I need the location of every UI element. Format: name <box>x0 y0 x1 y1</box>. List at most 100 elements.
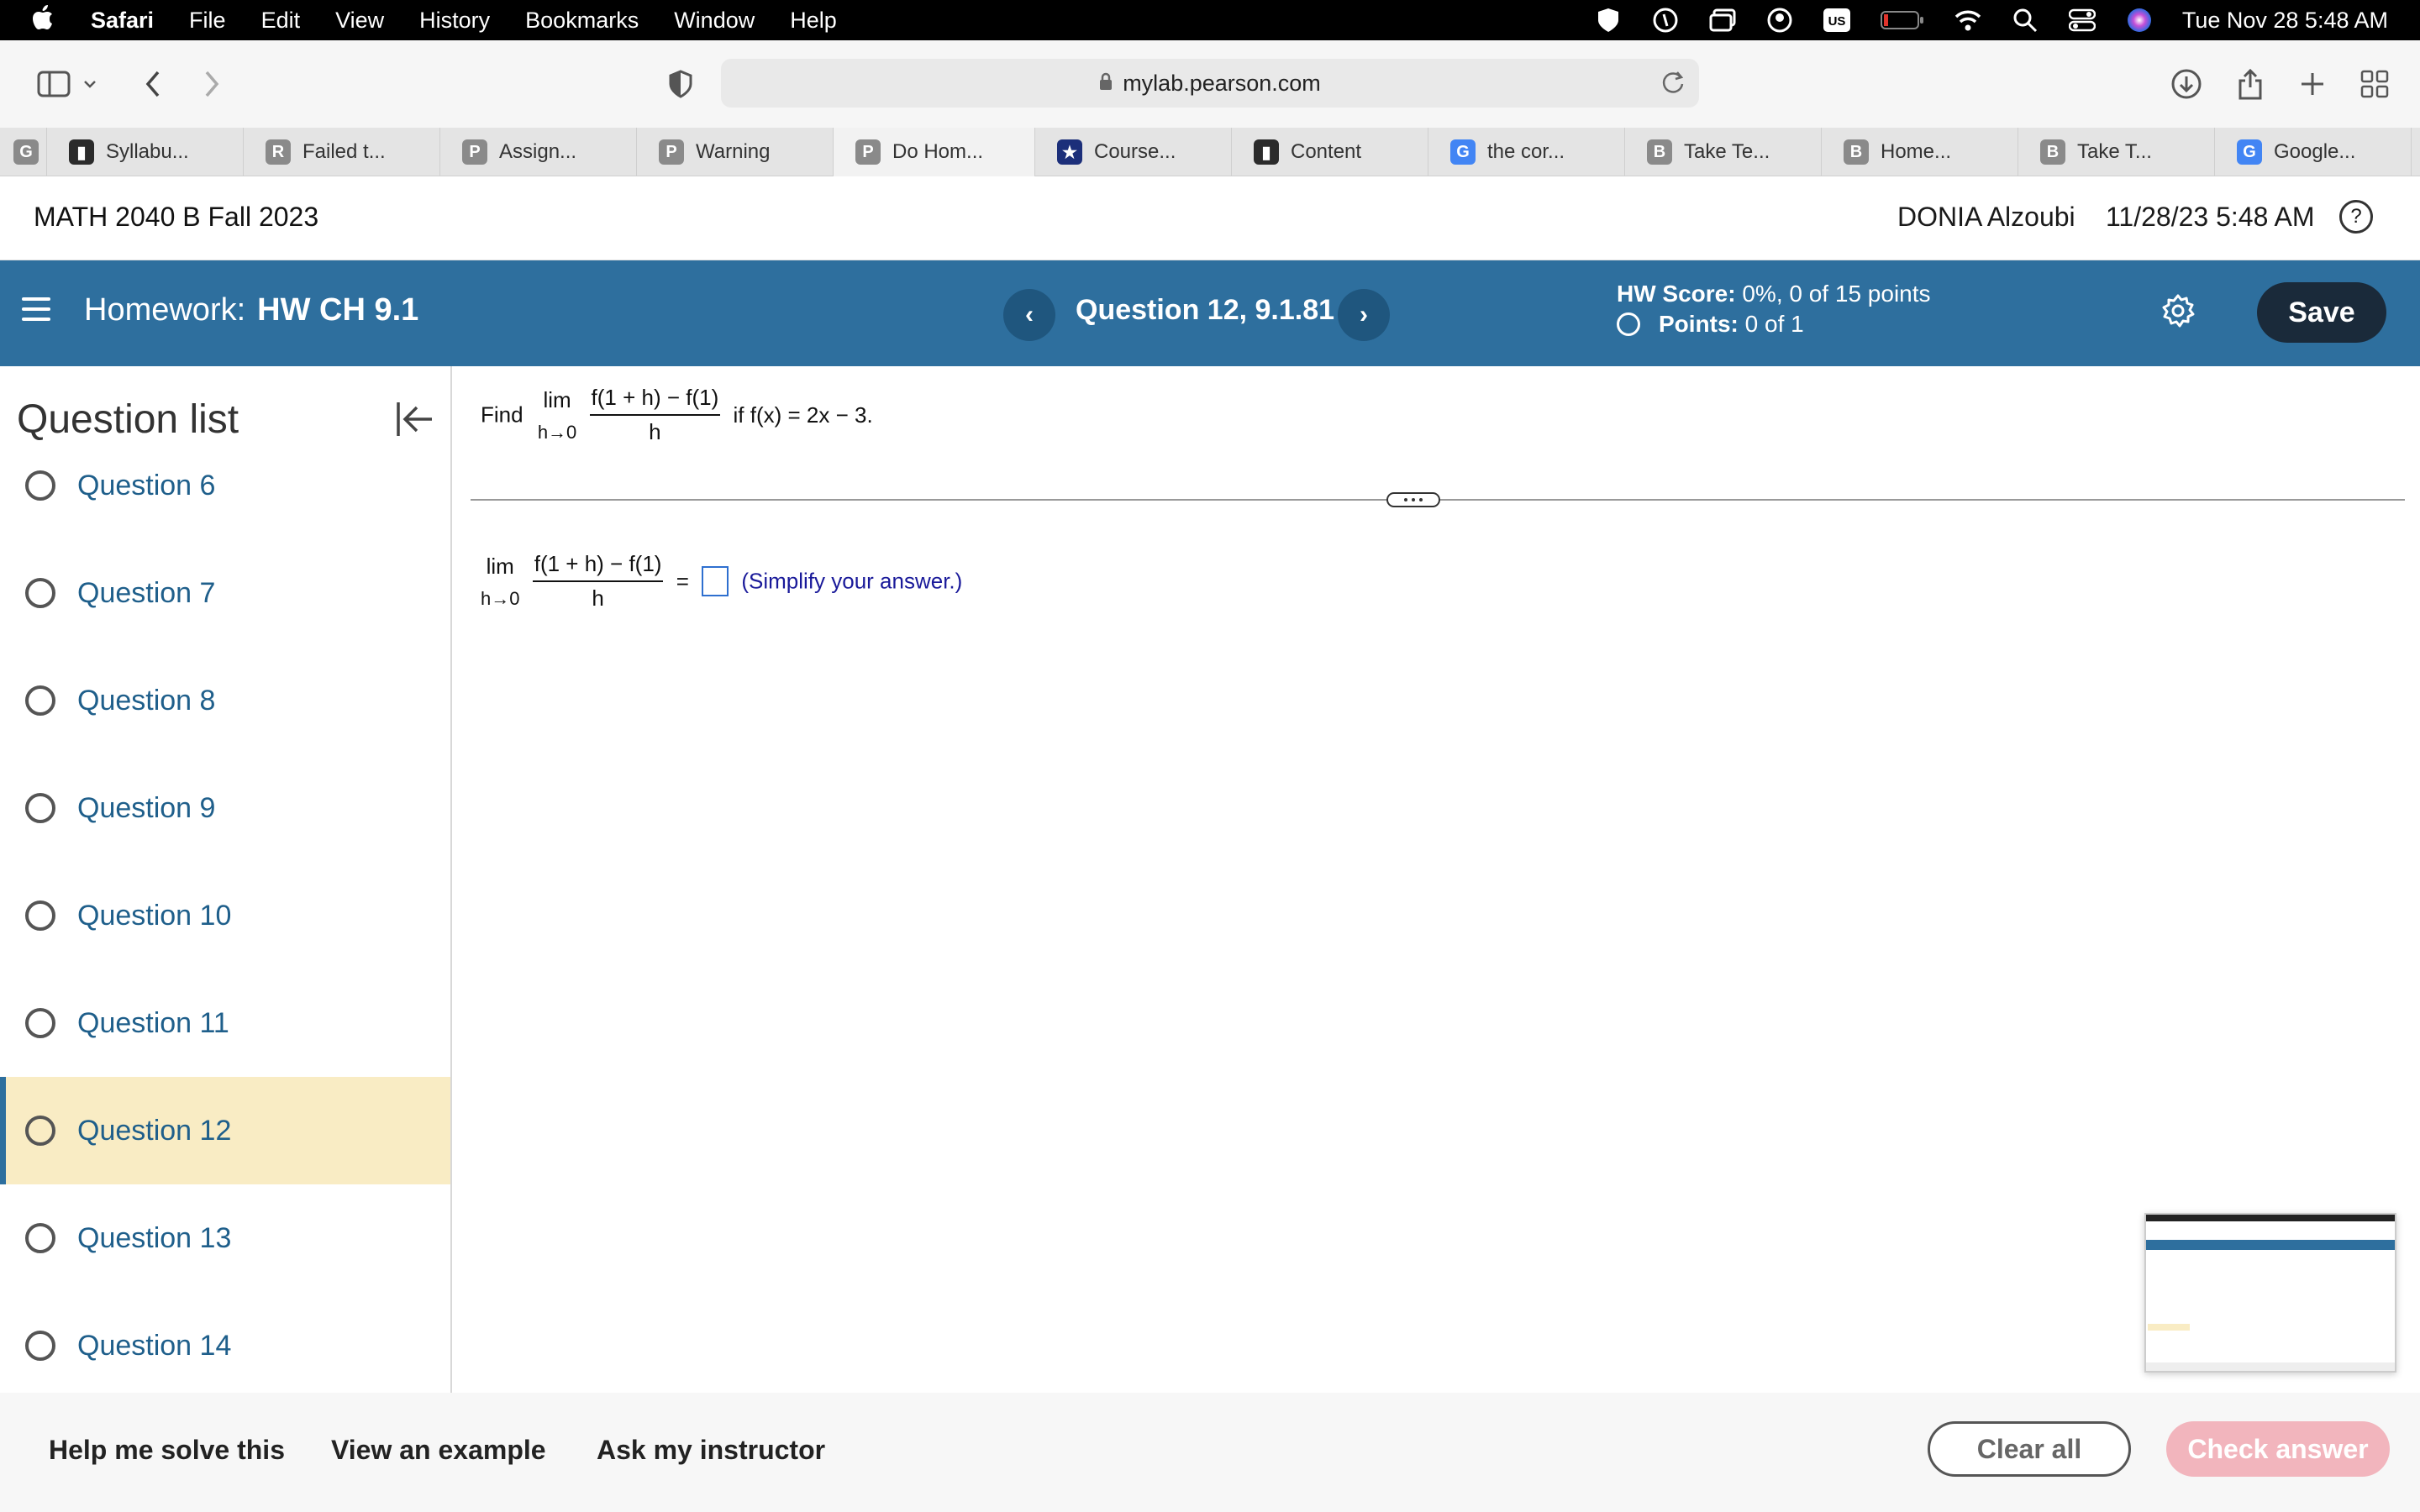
question-list-panel: Question list Question 6 Question 7 Questi… <box>0 366 452 1393</box>
privacy-shield-icon[interactable] <box>659 62 702 106</box>
help-icon[interactable]: ? <box>2339 200 2373 234</box>
question-list-item[interactable]: Question 9 <box>0 754 450 862</box>
tab-favicon-icon: G <box>2237 139 2262 165</box>
browser-tab-label: Syllabu... <box>106 140 189 163</box>
help-me-solve-button[interactable]: Help me solve this <box>49 1435 285 1466</box>
browser-tab-strip: G ▮ Syllabu... R Failed t... P Assign... P Warni… <box>0 128 2420 176</box>
check-answer-button[interactable]: Check answer <box>2166 1421 2390 1477</box>
question-prompt: Find lim h→0 f(1 + h) − f(1) h if f(x) = 2… <box>481 385 873 445</box>
browser-tab[interactable]: Gthe cor... <box>1428 128 1625 176</box>
course-title: MATH 2040 B Fall 2023 <box>34 202 319 232</box>
limit-operator: lim h→0 <box>538 387 576 444</box>
simplify-hint: (Simplify your answer.) <box>741 568 963 594</box>
question-list-item[interactable]: Question 7 <box>0 539 450 647</box>
divider-drag-handle[interactable] <box>1386 492 1440 507</box>
address-bar-url: mylab.pearson.com <box>1123 70 1321 96</box>
sidebar-toggle-icon[interactable] <box>32 62 76 106</box>
ask-instructor-button[interactable]: Ask my instructor <box>597 1435 825 1466</box>
siri-icon[interactable] <box>2125 6 2154 34</box>
browser-tab[interactable]: B Home... <box>1822 128 2018 176</box>
tab-favicon-icon: ▮ <box>1254 139 1279 165</box>
next-question-button[interactable]: › <box>1338 289 1390 341</box>
equals-sign: = <box>676 568 689 594</box>
homework-prefix: Homework: <box>84 292 246 328</box>
view-example-button[interactable]: View an example <box>331 1435 546 1466</box>
question-list-item[interactable]: Question 8 <box>0 647 450 754</box>
browser-tab[interactable]: ★ Course... <box>1035 128 1232 176</box>
browser-tab[interactable]: ▮ Content <box>1232 128 1428 176</box>
menu-help[interactable]: Help <box>790 8 837 34</box>
question-list-item[interactable]: Question 12 <box>0 1077 450 1184</box>
menu-edit[interactable]: Edit <box>261 8 301 34</box>
browser-tab[interactable]: P Do Hom... <box>834 128 1035 176</box>
screenshot-thumbnail[interactable] <box>2144 1213 2396 1373</box>
browser-tab[interactable]: G Google... <box>2215 128 2412 176</box>
spotlight-search-icon[interactable] <box>2011 6 2039 34</box>
homework-bar: Homework: HW CH 9.1 ‹ Question 12, 9.1.81… <box>0 260 2420 366</box>
new-tab-icon[interactable] <box>2291 62 2334 106</box>
menu-app-name[interactable]: Safari <box>91 8 154 34</box>
address-bar[interactable]: mylab.pearson.com <box>721 59 1699 108</box>
apple-menu-icon[interactable] <box>32 4 57 36</box>
browser-tab[interactable]: G <box>0 128 47 176</box>
question-list-item[interactable]: Question 6 <box>0 432 450 539</box>
chevron-down-icon[interactable] <box>77 62 103 106</box>
menu-bookmarks[interactable]: Bookmarks <box>525 8 639 34</box>
answer-limit-label: lim <box>486 553 514 579</box>
forward-icon[interactable] <box>190 62 234 106</box>
tab-favicon-icon: P <box>659 139 684 165</box>
answer-limit-subscript: h→0 <box>481 587 520 609</box>
shield-icon[interactable] <box>1594 6 1623 34</box>
answer-expression: lim h→0 f(1 + h) − f(1) h = (Simplify your… <box>481 551 962 612</box>
menu-view[interactable]: View <box>335 8 384 34</box>
hamburger-menu-icon[interactable] <box>22 297 50 328</box>
question-list-item[interactable]: Question 11 <box>0 969 450 1077</box>
limit-label: lim <box>543 386 571 412</box>
window-stack-icon[interactable] <box>1708 6 1737 34</box>
question-status-icon <box>25 900 55 931</box>
clear-all-button[interactable]: Clear all <box>1928 1421 2131 1477</box>
menu-file[interactable]: File <box>189 8 226 34</box>
wifi-icon[interactable] <box>1954 6 1982 34</box>
previous-question-button[interactable]: ‹ <box>1003 289 1055 341</box>
browser-tab[interactable]: B Take Te... <box>1625 128 1822 176</box>
battery-icon[interactable] <box>1880 6 1925 34</box>
question-status-icon <box>25 578 55 608</box>
browser-toolbar: mylab.pearson.com <box>0 40 2420 128</box>
share-icon[interactable] <box>2228 62 2272 106</box>
keyboard-input-icon[interactable]: US <box>1823 6 1851 34</box>
downloads-icon[interactable] <box>2165 62 2208 106</box>
tab-overview-icon[interactable] <box>2353 62 2396 106</box>
browser-tab[interactable]: ▮ Syllabu... <box>47 128 244 176</box>
question-list-item[interactable]: Question 13 <box>0 1184 450 1292</box>
browser-tab[interactable]: B Take T... <box>2018 128 2215 176</box>
browser-tab[interactable]: P Assign... <box>440 128 637 176</box>
question-list-item[interactable]: Question 14 <box>0 1292 450 1393</box>
back-icon[interactable] <box>131 62 175 106</box>
question-status-icon <box>25 685 55 716</box>
gear-icon[interactable] <box>2160 292 2196 333</box>
fraction-denominator: h <box>649 419 661 444</box>
control-center-icon[interactable] <box>2068 6 2096 34</box>
question-status-icon <box>25 1116 55 1146</box>
user-account-icon[interactable] <box>1765 6 1794 34</box>
menu-window[interactable]: Window <box>674 8 755 34</box>
question-status-icon <box>25 1008 55 1038</box>
save-button[interactable]: Save <box>2257 282 2386 343</box>
browser-tab[interactable]: P Warning <box>637 128 834 176</box>
menubar-clock[interactable]: Tue Nov 28 5:48 AM <box>2182 8 2388 34</box>
reload-icon[interactable] <box>1660 69 1686 102</box>
answer-input[interactable] <box>702 566 729 596</box>
chevron-left-icon: ‹ <box>1025 301 1034 328</box>
question-list-item-label: Question 10 <box>77 899 232 932</box>
menu-history[interactable]: History <box>419 8 490 34</box>
answer-limit-operator: lim h→0 <box>481 554 519 610</box>
tab-favicon-icon: ★ <box>1057 139 1082 165</box>
question-list-item[interactable]: Question 10 <box>0 862 450 969</box>
browser-tab-label: Warning <box>696 140 771 163</box>
browser-tab[interactable]: R Failed t... <box>244 128 440 176</box>
menubar-status-area: US Tue Nov 28 5:48 AM <box>1594 0 2388 40</box>
password-manager-icon[interactable] <box>1651 6 1680 34</box>
tab-favicon-icon: B <box>1844 139 1869 165</box>
browser-tab-label: Home... <box>1881 140 1952 163</box>
